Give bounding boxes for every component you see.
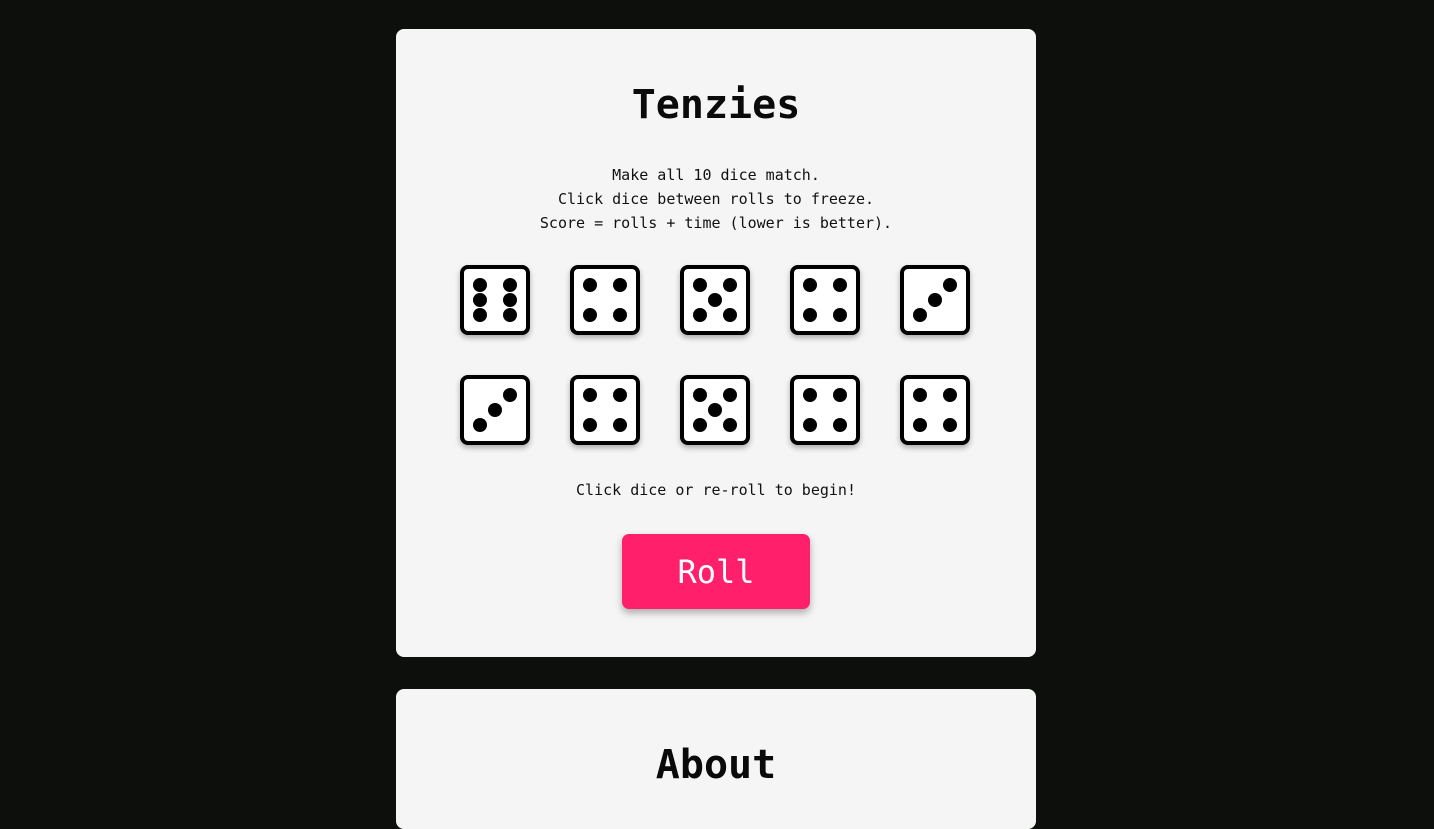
game-card: Tenzies Make all 10 dice match. Click di…	[396, 29, 1036, 657]
die-pip	[693, 418, 707, 432]
die-pip	[503, 278, 517, 292]
die-pip	[723, 388, 737, 402]
die-pip	[473, 308, 487, 322]
die-7[interactable]	[570, 375, 640, 445]
instruction-line: Score = rolls + time (lower is better).	[539, 214, 893, 232]
die-pip	[803, 278, 817, 292]
die-pip	[723, 418, 737, 432]
die-pip	[803, 308, 817, 322]
die-pip	[913, 418, 927, 432]
die-5[interactable]	[900, 265, 970, 335]
die-pip	[708, 293, 722, 307]
die-pip	[723, 278, 737, 292]
die-pip	[833, 418, 847, 432]
die-pip	[503, 293, 517, 307]
instruction-line: Make all 10 dice match.	[612, 166, 820, 184]
die-pip	[943, 278, 957, 292]
die-pip	[473, 278, 487, 292]
die-pip	[583, 308, 597, 322]
die-pip	[833, 308, 847, 322]
die-pip	[913, 388, 927, 402]
die-pip	[503, 308, 517, 322]
die-3[interactable]	[680, 265, 750, 335]
die-pip	[693, 308, 707, 322]
die-pip	[723, 308, 737, 322]
die-pip	[613, 308, 627, 322]
die-8[interactable]	[680, 375, 750, 445]
about-card: About	[396, 689, 1036, 829]
status-message: Click dice or re-roll to begin!	[576, 481, 856, 499]
die-pip	[928, 293, 942, 307]
die-pip	[693, 278, 707, 292]
die-pip	[613, 278, 627, 292]
die-2[interactable]	[570, 265, 640, 335]
die-pip	[693, 388, 707, 402]
die-pip	[583, 388, 597, 402]
dice-grid	[460, 265, 972, 447]
instruction-line: Click dice between rolls to freeze.	[557, 190, 875, 208]
die-pip	[833, 278, 847, 292]
die-pip	[943, 418, 957, 432]
die-1[interactable]	[460, 265, 530, 335]
die-pip	[473, 293, 487, 307]
die-4[interactable]	[790, 265, 860, 335]
die-pip	[803, 388, 817, 402]
instructions: Make all 10 dice match. Click dice betwe…	[396, 163, 1036, 235]
die-pip	[803, 418, 817, 432]
die-pip	[708, 403, 722, 417]
roll-button[interactable]: Roll	[622, 534, 810, 609]
die-pip	[613, 388, 627, 402]
die-pip	[488, 403, 502, 417]
die-pip	[583, 418, 597, 432]
die-9[interactable]	[790, 375, 860, 445]
die-pip	[613, 418, 627, 432]
about-title: About	[655, 742, 777, 788]
die-pip	[473, 418, 487, 432]
die-pip	[503, 388, 517, 402]
die-10[interactable]	[900, 375, 970, 445]
die-pip	[583, 278, 597, 292]
die-pip	[833, 388, 847, 402]
die-pip	[913, 308, 927, 322]
page-title: Tenzies	[631, 82, 801, 128]
die-pip	[943, 388, 957, 402]
die-6[interactable]	[460, 375, 530, 445]
